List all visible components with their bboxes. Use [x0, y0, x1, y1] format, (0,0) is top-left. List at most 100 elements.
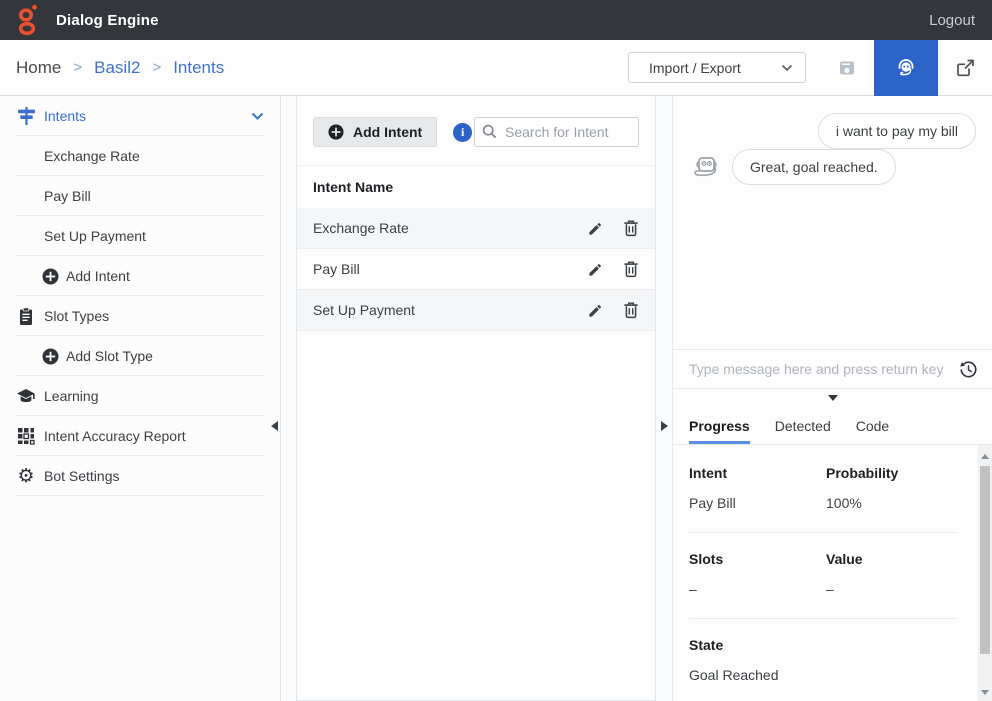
breadcrumb-section[interactable]: Intents [173, 58, 224, 78]
import-export-dropdown[interactable]: Import / Export [628, 52, 806, 83]
clipboard-icon [16, 307, 36, 326]
app-title: Dialog Engine [56, 12, 159, 29]
chat-message-input[interactable] [689, 361, 959, 377]
triangle-down-icon [828, 395, 838, 401]
edit-pencil-icon[interactable] [587, 261, 604, 278]
intent-name-column-header: Intent Name [297, 166, 655, 208]
sidebar-add-intent[interactable]: Add Intent [0, 256, 280, 296]
bot-avatar-icon [691, 154, 723, 184]
breadcrumb: Home > Basil2 > Intents [16, 58, 224, 78]
sidebar-item-label: Exchange Rate [44, 148, 140, 164]
scrollbar-thumb[interactable] [980, 466, 990, 654]
breadcrumb-separator: > [73, 59, 82, 76]
intent-name: Exchange Rate [313, 220, 587, 236]
scroll-up-arrow-icon[interactable] [981, 454, 989, 459]
collapse-sidebar-handle[interactable] [271, 421, 278, 431]
add-intent-label: Add Intent [353, 124, 422, 140]
save-button[interactable] [820, 40, 874, 96]
plus-circle-icon [40, 268, 60, 285]
publish-icon [954, 57, 976, 79]
try-bot-button[interactable] [874, 40, 938, 96]
dialog-engine-app: Dialog Engine Logout Home > Basil2 > Int… [0, 0, 992, 701]
sidebar-add-slot-type[interactable]: Add Slot Type [0, 336, 280, 376]
breadcrumb-home[interactable]: Home [16, 58, 61, 78]
intents-toolbar: Add Intent i [297, 96, 655, 163]
chevron-down-icon[interactable] [251, 108, 264, 124]
sidebar-item-label: Bot Settings [44, 468, 120, 484]
info-icon[interactable]: i [453, 123, 472, 142]
bot-chat-row: Great, goal reached. [691, 149, 896, 185]
intent-value: Pay Bill [689, 495, 826, 511]
user-chat-bubble: i want to pay my bill [818, 113, 976, 149]
main-content: Intents Exchange Rate Pay Bill Set Up Pa… [0, 96, 992, 701]
sidebar-nav: Intents Exchange Rate Pay Bill Set Up Pa… [0, 96, 281, 701]
collapse-inspector-handle[interactable] [673, 389, 992, 407]
intent-row-set-up-payment[interactable]: Set Up Payment [297, 290, 655, 331]
chat-transcript: i want to pay my bill Great, goal reache… [673, 96, 992, 349]
sidebar-item-bot-settings[interactable]: ⚙ Bot Settings [0, 456, 280, 496]
sidebar-item-label: Add Intent [66, 268, 130, 284]
scroll-down-arrow-icon[interactable] [981, 690, 989, 695]
chevron-down-icon [781, 64, 793, 72]
probability-label: Probability [826, 465, 958, 481]
edit-pencil-icon[interactable] [587, 220, 604, 237]
sidebar-item-label: Intents [44, 108, 86, 124]
sidebar-item-pay-bill[interactable]: Pay Bill [0, 176, 280, 216]
progress-details: Intent Probability Pay Bill 100% Slots V… [673, 445, 992, 701]
row-actions [587, 260, 639, 278]
breadcrumb-project[interactable]: Basil2 [94, 58, 140, 78]
sidebar-item-label: Intent Accuracy Report [44, 428, 186, 444]
sidebar-item-set-up-payment[interactable]: Set Up Payment [0, 216, 280, 256]
value-label: Value [826, 551, 958, 567]
slots-label: Slots [689, 551, 826, 567]
row-actions [587, 219, 639, 237]
tab-detected[interactable]: Detected [775, 407, 831, 444]
add-intent-button[interactable]: Add Intent [313, 117, 437, 147]
import-export-label: Import / Export [649, 60, 741, 76]
breadcrumb-separator: > [152, 59, 161, 76]
gear-icon: ⚙ [16, 467, 36, 486]
sidebar-item-exchange-rate[interactable]: Exchange Rate [0, 136, 280, 176]
search-icon [482, 124, 497, 144]
brand-logo [0, 4, 56, 36]
sidebar-item-label: Slot Types [44, 308, 109, 324]
intent-search [474, 117, 639, 147]
sidebar-item-intents[interactable]: Intents [0, 96, 280, 136]
try-bot-icon [894, 56, 918, 80]
publish-button[interactable] [938, 40, 992, 96]
logout-button[interactable]: Logout [912, 12, 992, 29]
graduation-cap-icon [16, 388, 36, 405]
intents-panel-region: Add Intent i Intent Name Exchange Rate [281, 96, 672, 701]
plus-circle-icon [328, 124, 344, 140]
plus-circle-icon [40, 348, 60, 365]
intent-row-pay-bill[interactable]: Pay Bill [297, 249, 655, 290]
state-section: State Goal Reached [689, 619, 958, 701]
inspector-tabs: Progress Detected Code [673, 407, 992, 445]
details-scrollbar[interactable] [978, 445, 992, 701]
top-bar: Dialog Engine Logout [0, 0, 992, 40]
sidebar-item-intent-accuracy-report[interactable]: Intent Accuracy Report [0, 416, 280, 456]
state-value: Goal Reached [689, 667, 958, 683]
tab-progress[interactable]: Progress [689, 407, 750, 444]
edit-pencil-icon[interactable] [587, 302, 604, 319]
expand-tryout-handle[interactable] [661, 421, 668, 431]
sidebar-item-learning[interactable]: Learning [0, 376, 280, 416]
intent-row-exchange-rate[interactable]: Exchange Rate [297, 208, 655, 249]
history-clock-icon [959, 360, 978, 379]
intent-label: Intent [689, 465, 826, 481]
sidebar-item-slot-types[interactable]: Slot Types [0, 296, 280, 336]
search-intent-input[interactable] [474, 117, 639, 147]
delete-trash-icon[interactable] [623, 301, 639, 319]
tab-code[interactable]: Code [856, 407, 889, 444]
row-actions [587, 301, 639, 319]
chat-input-row [673, 349, 992, 389]
logo-icon [17, 4, 39, 36]
bot-chat-bubble: Great, goal reached. [732, 149, 896, 185]
sidebar-item-label: Add Slot Type [66, 348, 153, 364]
sidebar-item-label: Learning [44, 388, 99, 404]
delete-trash-icon[interactable] [623, 260, 639, 278]
delete-trash-icon[interactable] [623, 219, 639, 237]
history-restore-button[interactable] [959, 360, 978, 379]
intents-signpost-icon [16, 106, 36, 126]
breadcrumb-bar: Home > Basil2 > Intents Import / Export [0, 40, 992, 96]
